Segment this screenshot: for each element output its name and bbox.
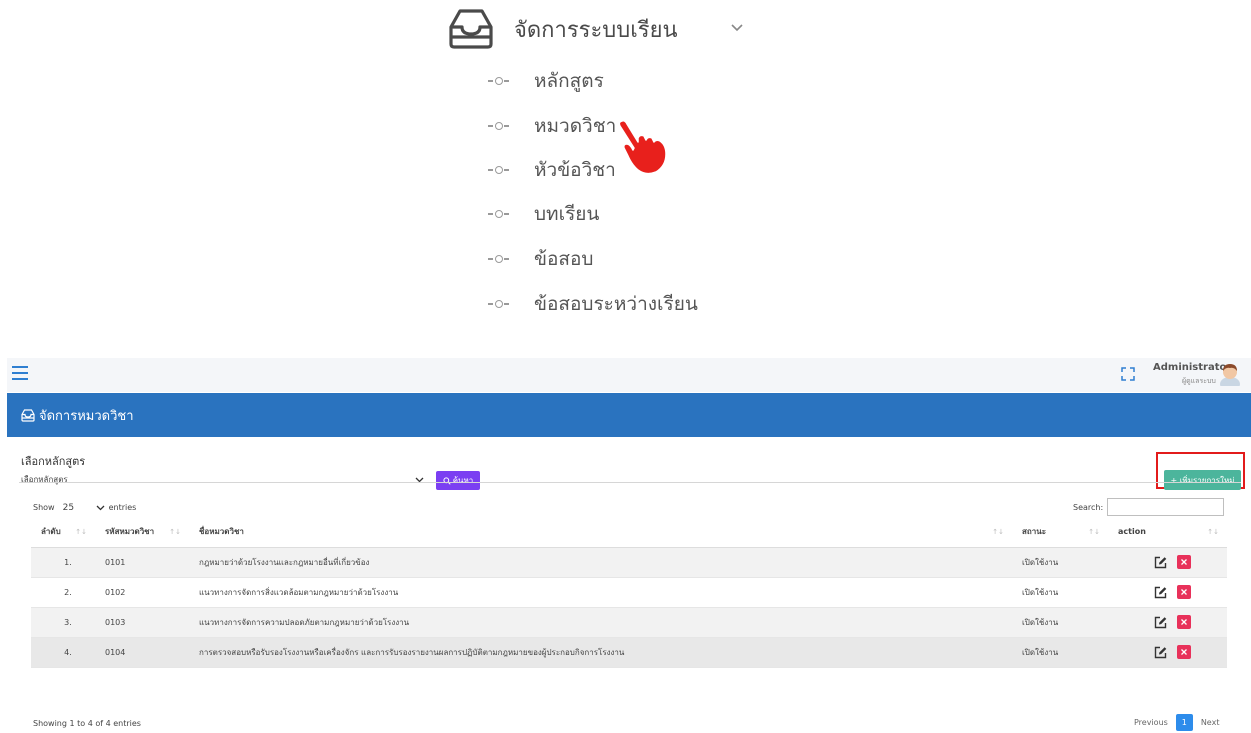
row-name: แนวทางการจัดการสิ่งแวดล้อมตามกฎหมายว่าด้… bbox=[189, 577, 1012, 608]
row-actions bbox=[1108, 607, 1227, 638]
row-no: 3. bbox=[31, 607, 95, 638]
search-button-label: ค้นหา bbox=[452, 476, 474, 485]
menu-item-subject-category[interactable]: หมวดวิชา bbox=[488, 111, 616, 141]
column-header-status[interactable]: สถานะ ↑↓ bbox=[1012, 516, 1108, 548]
pointing-hand-icon bbox=[618, 120, 667, 175]
edit-icon[interactable] bbox=[1154, 586, 1167, 599]
menu-item-label: บทเรียน bbox=[534, 203, 600, 225]
next-page-button[interactable]: Next bbox=[1193, 714, 1228, 731]
page-button-current[interactable]: 1 bbox=[1175, 714, 1193, 731]
row-no: 1. bbox=[31, 547, 95, 578]
menu-item-subject-topic[interactable]: หัวข้อวิชา bbox=[488, 155, 616, 185]
delete-icon[interactable] bbox=[1177, 645, 1191, 659]
menu-item-label: ข้อสอบระหว่างเรียน bbox=[534, 293, 698, 315]
sort-icon: ↑↓ bbox=[1088, 528, 1100, 536]
previous-page-button[interactable]: Previous bbox=[1126, 714, 1176, 731]
row-name: แนวทางการจัดการความปลอดภัยตามกฎหมายว่าด้… bbox=[189, 607, 1012, 638]
search-button[interactable]: ค้นหา bbox=[436, 471, 480, 490]
page-length-control: Show 25 entries bbox=[33, 500, 136, 515]
menu-item-label: ข้อสอบ bbox=[534, 248, 594, 270]
bullet-icon bbox=[488, 165, 512, 175]
sort-icon: ↑↓ bbox=[992, 528, 1004, 536]
bullet-icon bbox=[488, 121, 512, 131]
menu-item-quiz-during-lesson[interactable]: ข้อสอบระหว่างเรียน bbox=[488, 289, 698, 319]
bullet-icon bbox=[488, 76, 512, 86]
edit-icon[interactable] bbox=[1154, 556, 1167, 569]
pagination: Previous 1 Next bbox=[1126, 714, 1227, 731]
table-search-label: Search: bbox=[1073, 502, 1104, 512]
edit-icon[interactable] bbox=[1154, 646, 1167, 659]
row-no: 2. bbox=[31, 577, 95, 608]
table-info: Showing 1 to 4 of 4 entries bbox=[33, 719, 141, 728]
show-label: Show bbox=[33, 503, 55, 512]
menu-group-learning-system[interactable]: จัดการระบบเรียน bbox=[448, 8, 743, 50]
bullet-icon bbox=[488, 254, 512, 264]
menu-item-label: หมวดวิชา bbox=[534, 115, 617, 137]
divider bbox=[19, 482, 1241, 483]
row-status: เปิดใช้งาน bbox=[1012, 547, 1108, 578]
delete-icon[interactable] bbox=[1177, 615, 1191, 629]
add-new-button[interactable]: + เพิ่มรายการใหม่ bbox=[1164, 470, 1241, 490]
table-header-row: ลำดับ ↑↓ รหัสหมวดวิชา ↑↓ ชื่อหมวดวิชา ↑↓ สถ… bbox=[31, 516, 1227, 548]
menu-item-lesson[interactable]: บทเรียน bbox=[488, 199, 599, 229]
row-name: การตรวจสอบหรือรับรองโรงงานหรือเครื่องจัก… bbox=[189, 637, 1012, 668]
delete-icon[interactable] bbox=[1177, 585, 1191, 599]
top-navbar: Administrator ผู้ดูแลระบบ bbox=[7, 358, 1251, 392]
menu-group-label: จัดการระบบเรียน bbox=[514, 17, 678, 43]
user-role: ผู้ดูแลระบบ bbox=[1182, 377, 1216, 385]
table-row: 4. 0104 การตรวจสอบหรือรับรองโรงงานหรือเค… bbox=[31, 637, 1227, 668]
course-select[interactable]: เลือกหลักสูตร bbox=[21, 468, 426, 490]
menu-item-course[interactable]: หลักสูตร bbox=[488, 66, 604, 96]
entries-label: entries bbox=[108, 503, 137, 512]
menu-tutorial-area: จัดการระบบเรียน หลักสูตร หมวดวิชา หัวข้อ… bbox=[0, 0, 1251, 350]
row-actions bbox=[1108, 577, 1227, 608]
column-header-no[interactable]: ลำดับ ↑↓ bbox=[31, 516, 95, 548]
row-code: 0102 bbox=[95, 577, 189, 608]
app-window: Administrator ผู้ดูแลระบบ จัดการหมวดวิชา… bbox=[7, 358, 1251, 733]
bullet-icon bbox=[488, 299, 512, 309]
page-header: จัดการหมวดวิชา bbox=[7, 393, 1251, 437]
course-select-value: เลือกหลักสูตร bbox=[21, 474, 68, 484]
table-row: 1. 0101 กฎหมายว่าด้วยโรงงานและกฎหมายอื่น… bbox=[31, 547, 1227, 578]
column-header-code[interactable]: รหัสหมวดวิชา ↑↓ bbox=[95, 516, 189, 548]
menu-item-label: หลักสูตร bbox=[534, 70, 604, 92]
table-row: 3. 0103 แนวทางการจัดการความปลอดภัยตามกฎห… bbox=[31, 607, 1227, 638]
chevron-down-icon bbox=[96, 505, 105, 511]
table-row: 2. 0102 แนวทางการจัดการสิ่งแวดล้อมตามกฎห… bbox=[31, 577, 1227, 608]
bullet-icon bbox=[488, 209, 512, 219]
row-name: กฎหมายว่าด้วยโรงงานและกฎหมายอื่นที่เกี่ย… bbox=[189, 547, 1012, 578]
row-code: 0101 bbox=[95, 547, 189, 578]
delete-icon[interactable] bbox=[1177, 555, 1191, 569]
row-no: 4. bbox=[31, 637, 95, 668]
inbox-icon bbox=[449, 9, 493, 49]
page-title: จัดการหมวดวิชา bbox=[39, 408, 134, 424]
row-actions bbox=[1108, 547, 1227, 578]
page-length-select[interactable]: 25 bbox=[63, 500, 105, 515]
row-code: 0104 bbox=[95, 637, 189, 668]
row-code: 0103 bbox=[95, 607, 189, 638]
menu-item-label: หัวข้อวิชา bbox=[534, 159, 616, 181]
sort-icon: ↑↓ bbox=[1207, 528, 1219, 536]
column-header-action[interactable]: action ↑↓ bbox=[1108, 516, 1227, 548]
table-search-input[interactable] bbox=[1107, 498, 1225, 516]
fullscreen-icon[interactable] bbox=[1121, 367, 1135, 381]
chevron-down-icon bbox=[731, 24, 743, 32]
search-icon bbox=[443, 476, 451, 485]
row-status: เปิดใช้งาน bbox=[1012, 577, 1108, 608]
sort-icon: ↑↓ bbox=[169, 528, 181, 536]
row-status: เปิดใช้งาน bbox=[1012, 607, 1108, 638]
row-actions bbox=[1108, 637, 1227, 668]
avatar[interactable] bbox=[1219, 362, 1241, 386]
hamburger-menu-icon[interactable] bbox=[12, 366, 28, 380]
edit-icon[interactable] bbox=[1154, 616, 1167, 629]
inbox-icon bbox=[21, 408, 35, 422]
sort-icon: ↑↓ bbox=[75, 528, 87, 536]
table-search: Search: bbox=[1073, 498, 1225, 516]
subject-category-table: ลำดับ ↑↓ รหัสหมวดวิชา ↑↓ ชื่อหมวดวิชา ↑↓ สถ… bbox=[31, 516, 1227, 668]
menu-item-exam[interactable]: ข้อสอบ bbox=[488, 244, 593, 274]
page-length-value: 25 bbox=[62, 502, 75, 513]
column-header-name[interactable]: ชื่อหมวดวิชา ↑↓ bbox=[189, 516, 1012, 548]
row-status: เปิดใช้งาน bbox=[1012, 637, 1108, 668]
